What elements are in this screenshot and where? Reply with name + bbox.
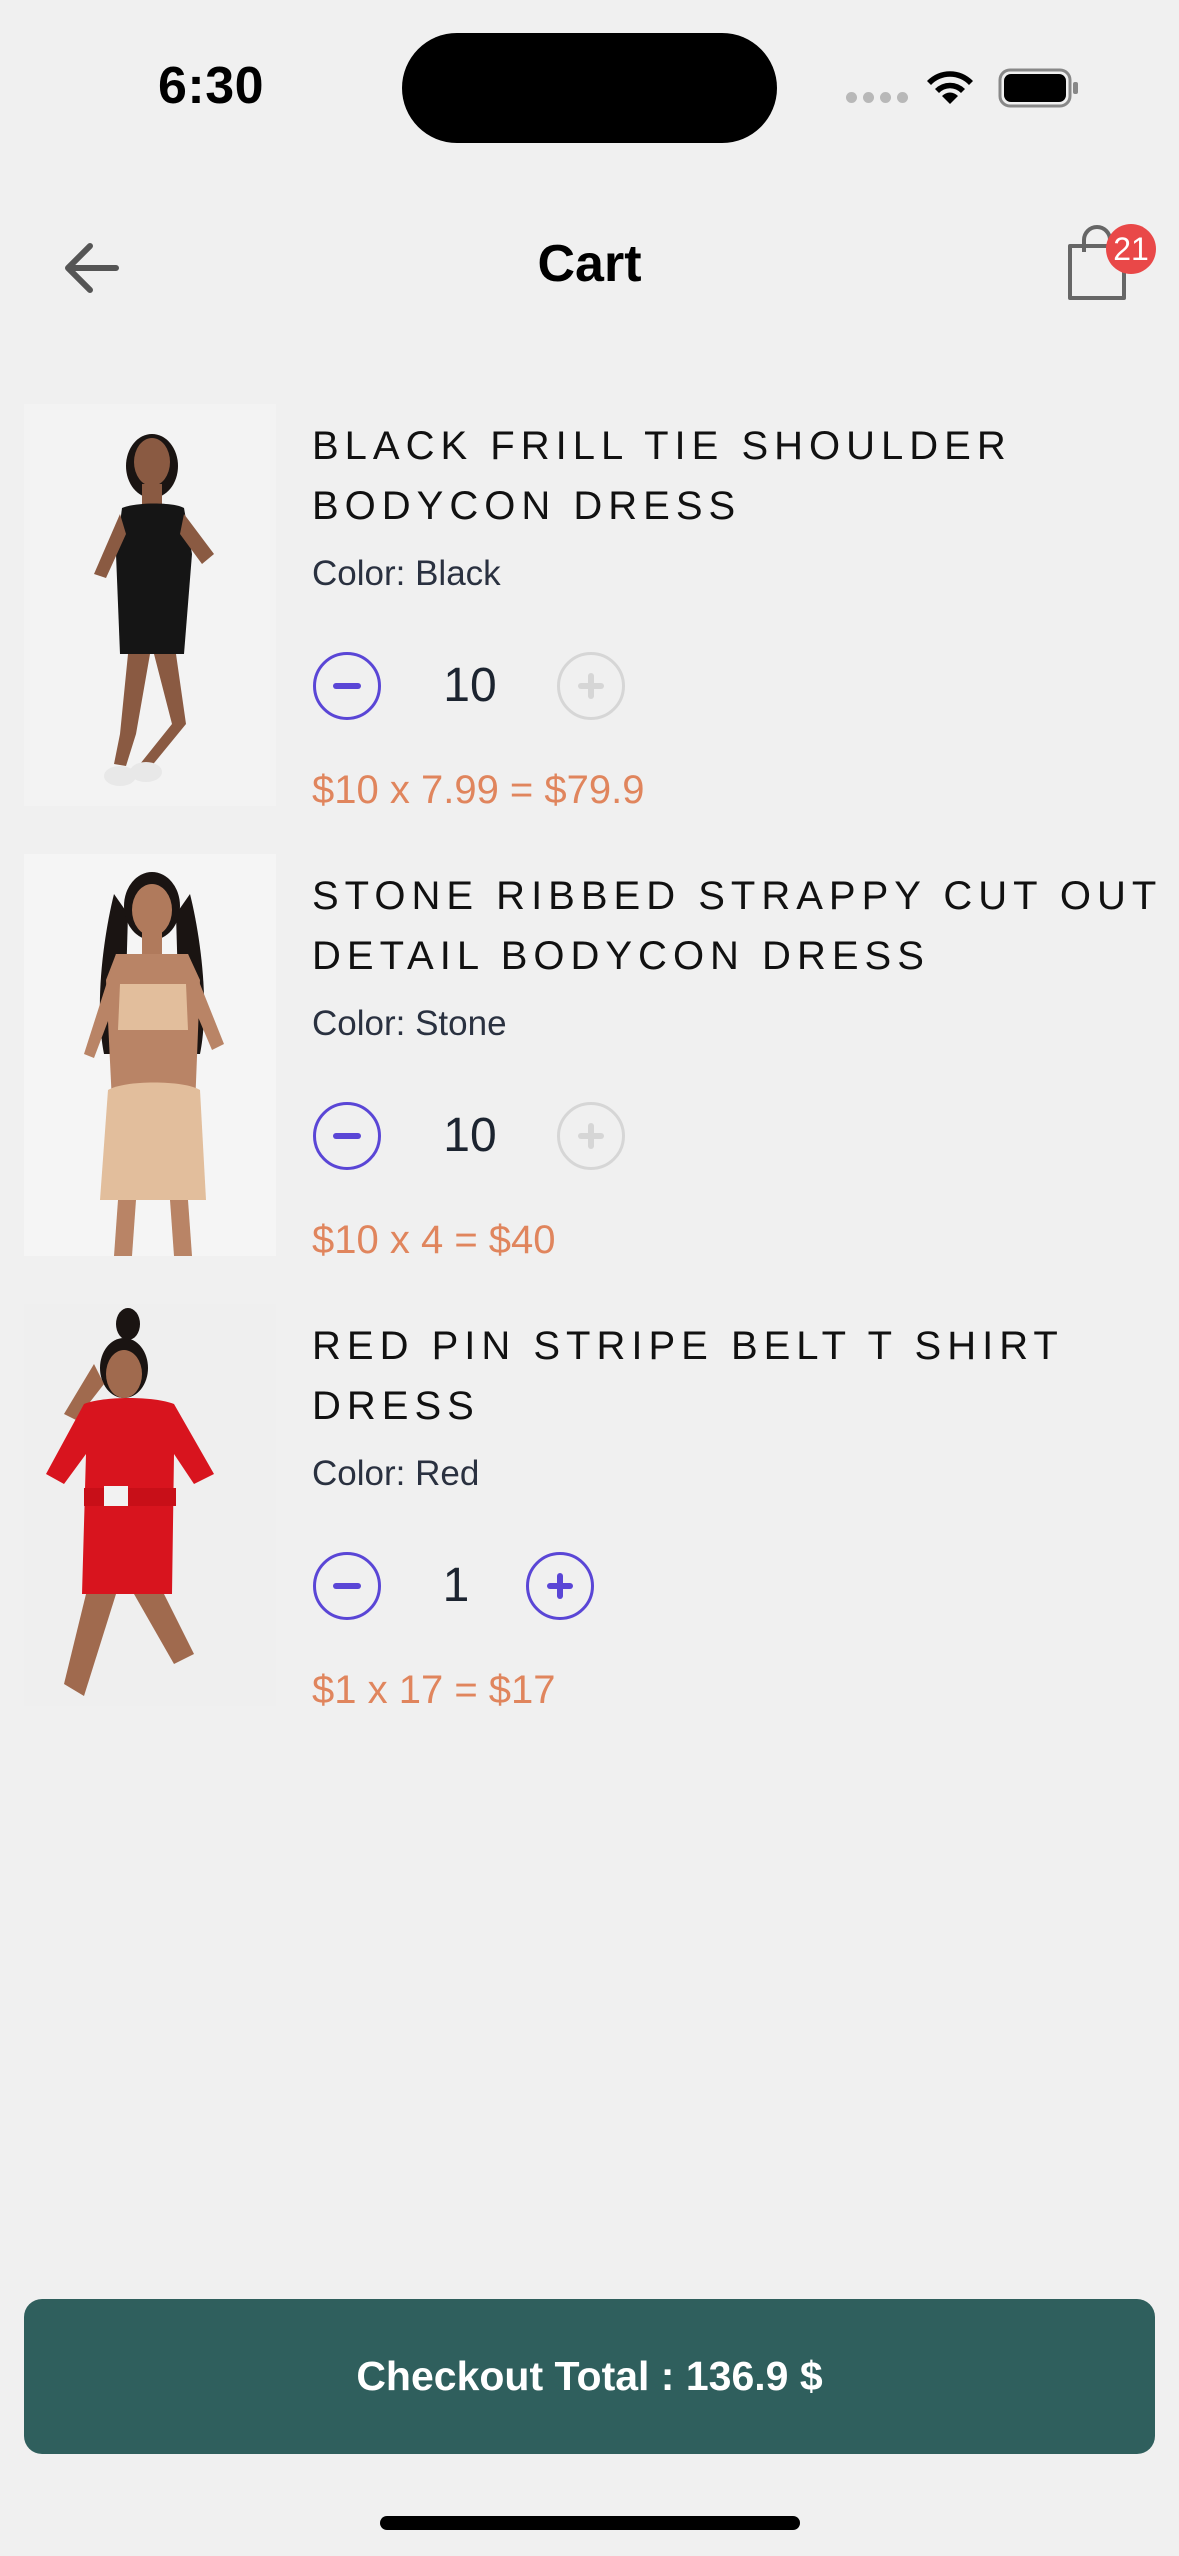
product-color: Color: Stone [312, 1004, 507, 1043]
minus-icon [333, 1133, 361, 1139]
dress-image-red [24, 1304, 276, 1706]
increase-quantity-button[interactable] [557, 1102, 625, 1170]
minus-icon [333, 683, 361, 689]
plus-icon [578, 1123, 604, 1149]
plus-icon [578, 673, 604, 699]
cellular-signal-icon [846, 92, 908, 103]
price-line: $1 x 17 = $17 [312, 1668, 556, 1712]
checkout-button[interactable]: Checkout Total : 136.9 $ [24, 2299, 1155, 2454]
quantity-value: 10 [443, 659, 497, 712]
cart-item: Black Frill Tie Shoulder Bodycon Dress C… [0, 404, 1179, 812]
cart-item: Stone Ribbed Strappy Cut Out Detail Body… [0, 854, 1179, 1262]
home-indicator[interactable] [380, 2516, 800, 2530]
quantity-value: 10 [443, 1109, 497, 1162]
product-title: Stone Ribbed Strappy Cut Out Detail Body… [312, 874, 1162, 978]
dress-image-black [24, 404, 276, 806]
cart-item: Red Pin Stripe Belt T Shirt Dress Color:… [0, 1304, 1179, 1712]
product-color: Color: Red [312, 1454, 480, 1493]
status-time: 6:30 [158, 57, 265, 115]
increase-quantity-button[interactable] [526, 1552, 594, 1620]
battery-icon [998, 68, 1078, 108]
minus-icon [333, 1583, 361, 1589]
product-color: Color: Black [312, 554, 501, 593]
price-line: $10 x 4 = $40 [312, 1218, 556, 1262]
plus-icon [547, 1573, 573, 1599]
dynamic-island [402, 33, 777, 143]
page-title: Cart [537, 235, 642, 293]
decrease-quantity-button[interactable] [313, 1552, 381, 1620]
product-image[interactable] [24, 404, 276, 806]
wifi-icon [927, 71, 973, 104]
quantity-value: 1 [442, 1559, 470, 1612]
dress-image-stone [24, 854, 276, 1256]
product-title: Black Frill Tie Shoulder Bodycon Dress [312, 424, 1012, 528]
product-image[interactable] [24, 1304, 276, 1706]
product-title: Red Pin Stripe Belt T Shirt Dress [312, 1324, 1064, 1428]
decrease-quantity-button[interactable] [313, 1102, 381, 1170]
product-image[interactable] [24, 854, 276, 1256]
price-line: $10 x 7.99 = $79.9 [312, 768, 645, 812]
decrease-quantity-button[interactable] [313, 652, 381, 720]
cart-count-badge: 21 [1106, 224, 1156, 274]
increase-quantity-button[interactable] [557, 652, 625, 720]
